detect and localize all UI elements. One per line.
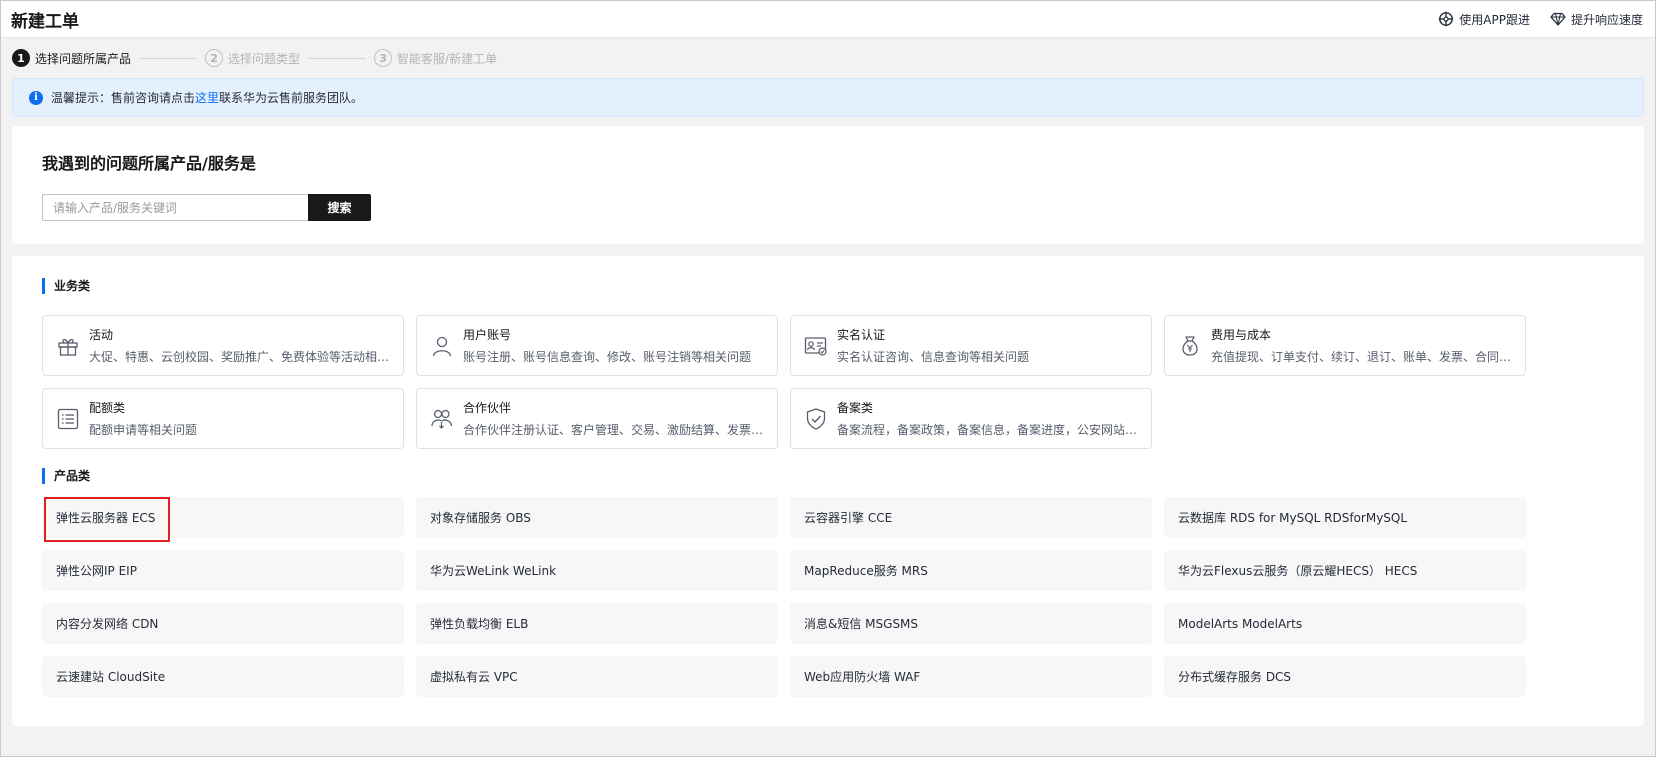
step-connector xyxy=(308,57,367,59)
step-3-number: 3 xyxy=(374,49,393,67)
product-item-mrs[interactable]: MapReduce服务 MRS xyxy=(790,550,1152,591)
step-2-label: 选择问题类型 xyxy=(228,51,301,66)
product-item-hecs[interactable]: 华为云Flexus云服务（原云耀HECS） HECS xyxy=(1164,550,1526,591)
use-app-track-label: 使用APP跟进 xyxy=(1459,12,1530,27)
business-item-text: 配额类 配额申请等相关问题 xyxy=(89,399,197,438)
page-title: 新建工单 xyxy=(11,11,79,32)
app-window: 新建工单 使用APP跟进 提升响应速度 1 选择问题所属产品 2 选择问题类型 … xyxy=(0,0,1656,757)
step-connector xyxy=(139,57,198,59)
notice-prefix: 温馨提示：售前咨询请点击 xyxy=(51,91,196,105)
partner-icon xyxy=(429,406,455,432)
business-item-billing[interactable]: 费用与成本 充值提现、订单支付、续订、退订、账单、发票、合同、优惠券等相关问题 xyxy=(1164,315,1526,376)
business-item-desc: 实名认证咨询、信息查询等相关问题 xyxy=(837,350,1030,364)
product-item-waf[interactable]: Web应用防火墙 WAF xyxy=(790,656,1152,697)
business-item-title: 用户账号 xyxy=(463,328,512,342)
money-bag-icon xyxy=(1177,333,1203,359)
product-item-cdn[interactable]: 内容分发网络 CDN xyxy=(42,603,404,644)
user-icon xyxy=(429,333,455,359)
category-card: 业务类 活动 大促、特惠、云创校园、奖励推广、免费体验等活动相关问题 用户账号 … xyxy=(12,256,1644,726)
product-item-rds[interactable]: 云数据库 RDS for MySQL RDSforMySQL xyxy=(1164,497,1526,538)
product-item-cloudsite[interactable]: 云速建站 CloudSite xyxy=(42,656,404,697)
business-item-filing[interactable]: 备案类 备案流程，备案政策，备案信息，备案进度，公安网站备案等相关问题 xyxy=(790,388,1152,449)
business-item-title: 合作伙伴 xyxy=(463,401,512,415)
product-heading: 产品类 xyxy=(42,468,1614,484)
id-card-icon xyxy=(803,333,829,359)
business-item-title: 实名认证 xyxy=(837,328,886,342)
step-3: 3 智能客服/新建工单 xyxy=(374,49,497,67)
business-item-desc: 充值提现、订单支付、续订、退订、账单、发票、合同、优惠券等相关问题 xyxy=(1211,350,1513,364)
product-item-obs[interactable]: 对象存储服务 OBS xyxy=(416,497,778,538)
business-item-title: 活动 xyxy=(89,328,114,342)
top-actions: 使用APP跟进 提升响应速度 xyxy=(1438,11,1643,28)
list-icon xyxy=(55,406,81,432)
business-item-title: 费用与成本 xyxy=(1211,328,1272,342)
business-item-text: 合作伙伴 合作伙伴注册认证、客户管理、交易、激励结算、发票等相关问题 xyxy=(463,399,765,438)
business-item-account[interactable]: 用户账号 账号注册、账号信息查询、修改、账号注销等相关问题 xyxy=(416,315,778,376)
search-button[interactable]: 搜索 xyxy=(308,194,371,221)
diamond-icon xyxy=(1550,12,1566,26)
search-title: 我遇到的问题所属产品/服务是 xyxy=(42,154,256,173)
product-item-ecs[interactable]: 弹性云服务器 ECS xyxy=(42,497,404,542)
step-1: 1 选择问题所属产品 xyxy=(12,49,131,67)
improve-response-label: 提升响应速度 xyxy=(1570,12,1643,27)
business-item-text: 实名认证 实名认证咨询、信息查询等相关问题 xyxy=(837,326,1029,365)
step-1-label: 选择问题所属产品 xyxy=(35,51,132,66)
search-card: 我遇到的问题所属产品/服务是 搜索 xyxy=(12,126,1644,244)
business-item-real-name[interactable]: 实名认证 实名认证咨询、信息查询等相关问题 xyxy=(790,315,1152,376)
product-item-welink[interactable]: 华为云WeLink WeLink xyxy=(416,550,778,591)
shield-check-icon xyxy=(803,406,829,432)
product-item-cce[interactable]: 云容器引擎 CCE xyxy=(790,497,1152,538)
business-item-desc: 账号注册、账号信息查询、修改、账号注销等相关问题 xyxy=(463,350,752,364)
business-item-text: 备案类 备案流程，备案政策，备案信息，备案进度，公安网站备案等相关问题 xyxy=(837,399,1139,438)
business-item-title: 备案类 xyxy=(837,401,874,415)
business-item-partner[interactable]: 合作伙伴 合作伙伴注册认证、客户管理、交易、激励结算、发票等相关问题 xyxy=(416,388,778,449)
product-item-msgsms[interactable]: 消息&短信 MSGSMS xyxy=(790,603,1152,644)
product-item-eip[interactable]: 弹性公网IP EIP xyxy=(42,550,404,591)
presales-link[interactable]: 这里 xyxy=(195,91,219,105)
product-item-dcs[interactable]: 分布式缓存服务 DCS xyxy=(1164,656,1526,697)
top-bar: 新建工单 使用APP跟进 提升响应速度 xyxy=(1,1,1655,38)
gift-icon xyxy=(55,333,81,359)
search-row: 搜索 xyxy=(42,194,1614,221)
improve-response-button[interactable]: 提升响应速度 xyxy=(1550,11,1643,28)
notice-banner: i 温馨提示：售前咨询请点击这里联系华为云售前服务团队。 xyxy=(12,78,1644,117)
business-item-title: 配额类 xyxy=(89,401,126,415)
business-grid: 活动 大促、特惠、云创校园、奖励推广、免费体验等活动相关问题 用户账号 账号注册… xyxy=(42,315,1614,449)
business-item-text: 费用与成本 充值提现、订单支付、续订、退订、账单、发票、合同、优惠券等相关问题 xyxy=(1211,326,1513,365)
business-item-text: 活动 大促、特惠、云创校园、奖励推广、免费体验等活动相关问题 xyxy=(89,326,391,365)
product-item-elb[interactable]: 弹性负载均衡 ELB xyxy=(416,603,778,644)
app-track-icon xyxy=(1439,11,1454,27)
step-3-label: 智能客服/新建工单 xyxy=(397,51,498,66)
business-item-text: 用户账号 账号注册、账号信息查询、修改、账号注销等相关问题 xyxy=(463,326,751,365)
use-app-track-button[interactable]: 使用APP跟进 xyxy=(1438,11,1530,28)
product-item-vpc[interactable]: 虚拟私有云 VPC xyxy=(416,656,778,697)
business-item-desc: 大促、特惠、云创校园、奖励推广、免费体验等活动相关问题 xyxy=(89,350,391,364)
business-item-quota[interactable]: 配额类 配额申请等相关问题 xyxy=(42,388,404,449)
step-2: 2 选择问题类型 xyxy=(205,49,300,67)
business-item-desc: 备案流程，备案政策，备案信息，备案进度，公安网站备案等相关问题 xyxy=(837,423,1139,437)
business-item-activity[interactable]: 活动 大促、特惠、云创校园、奖励推广、免费体验等活动相关问题 xyxy=(42,315,404,376)
info-icon: i xyxy=(29,90,43,105)
notice-suffix: 联系华为云售前服务团队。 xyxy=(219,91,364,105)
step-indicator: 1 选择问题所属产品 2 选择问题类型 3 智能客服/新建工单 xyxy=(1,38,1655,78)
notice-text: 温馨提示：售前咨询请点击这里联系华为云售前服务团队。 xyxy=(51,89,363,106)
search-input[interactable] xyxy=(42,194,308,221)
product-item-modelarts[interactable]: ModelArts ModelArts xyxy=(1164,603,1526,644)
step-2-number: 2 xyxy=(205,49,224,67)
business-item-desc: 合作伙伴注册认证、客户管理、交易、激励结算、发票等相关问题 xyxy=(463,423,765,437)
business-heading: 业务类 xyxy=(42,278,1614,294)
product-grid: 弹性云服务器 ECS 对象存储服务 OBS 云容器引擎 CCE 云数据库 RDS… xyxy=(42,497,1614,697)
step-1-number: 1 xyxy=(12,49,30,67)
business-item-desc: 配额申请等相关问题 xyxy=(89,423,198,437)
